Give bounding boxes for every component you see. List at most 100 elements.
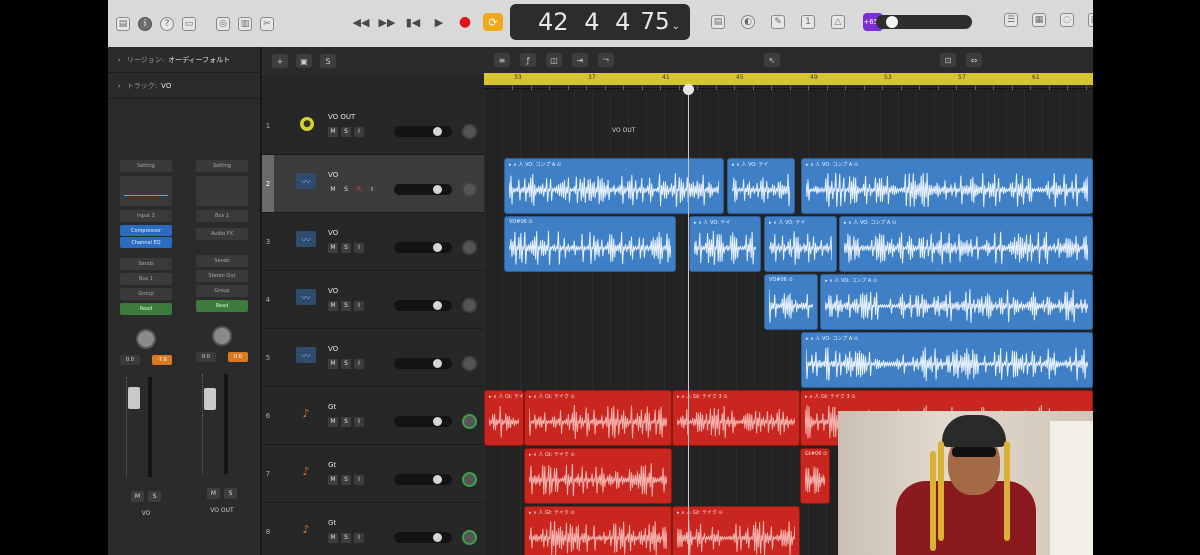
mute-button[interactable]: M <box>328 359 338 369</box>
playhead-handle[interactable] <box>683 84 694 95</box>
track-header[interactable]: 3 〰 VO M S I <box>262 213 484 271</box>
playhead[interactable] <box>688 85 689 555</box>
guitar-region[interactable]: Gt#06 ⊙ <box>800 448 830 504</box>
track-volume-slider[interactable] <box>394 358 452 369</box>
audio-region[interactable]: VO#06 ⊙ <box>504 216 676 272</box>
track-pan-knob[interactable] <box>462 298 477 313</box>
audio-region[interactable]: ▸ ∧ 人 VO: コンプ A ⊙ <box>504 158 724 214</box>
automation-read-button[interactable]: Read <box>120 303 172 315</box>
mute-button[interactable]: M <box>328 185 338 195</box>
inspector-icon[interactable]: i <box>138 16 152 31</box>
track-pan-knob[interactable] <box>462 356 477 371</box>
pan-knob[interactable] <box>212 326 232 346</box>
audio-region[interactable]: ▸ ∧ 人 VO: コンプ A ⊙ <box>820 274 1093 330</box>
track-pan-knob[interactable] <box>462 182 477 197</box>
mute-button[interactable]: M <box>328 127 338 137</box>
audio-region[interactable]: ▸ ∧ 人 VO: コンプ A ⊙ <box>801 158 1093 214</box>
input-monitor-button[interactable]: I <box>354 417 364 427</box>
cycle-region[interactable] <box>484 73 1093 85</box>
track-name[interactable]: VO <box>328 171 338 179</box>
master-volume-slider[interactable] <box>876 15 972 29</box>
notes-icon[interactable]: ▦ <box>1032 13 1046 27</box>
snap-icon[interactable]: ⊡ <box>940 53 956 67</box>
mute-button[interactable]: M <box>328 301 338 311</box>
solo-button[interactable]: S <box>341 533 351 543</box>
track-volume-slider[interactable] <box>394 242 452 253</box>
track-header[interactable]: 7 ♪ Gt M S I <box>262 445 484 503</box>
mute-button[interactable]: M <box>328 533 338 543</box>
track-header[interactable]: 8 ♪ Gt M S I <box>262 503 484 555</box>
track-header[interactable]: 2 〰 VO M S R I <box>262 155 484 213</box>
track-pan-knob[interactable] <box>462 530 477 545</box>
track-inspector-row[interactable]: › トラック: VO <box>108 73 260 99</box>
library-icon[interactable]: ▤ <box>116 16 130 31</box>
track-pan-knob[interactable] <box>462 124 477 139</box>
fader-cap[interactable] <box>128 387 140 409</box>
guitar-region[interactable]: ▸ ∧ 人 Gt: テイク ⊙ <box>524 506 672 555</box>
track-volume-slider[interactable] <box>394 416 452 427</box>
output-slot[interactable]: Stereo Out <box>196 270 248 282</box>
smart-controls-icon[interactable]: ◎ <box>216 16 230 31</box>
catch-icon[interactable]: ⇥ <box>572 53 588 67</box>
eq-display[interactable] <box>196 176 248 206</box>
guitar-region[interactable]: ▸ ∧ 人 Gt: テイク ⊙ <box>524 390 672 446</box>
track-header[interactable]: 1 ● VO OUT M S I <box>262 97 484 155</box>
track-header[interactable]: 4 〰 VO M S I <box>262 271 484 329</box>
guitar-region[interactable]: ▸ ∧ 人 Gt: テイク ⊙ <box>672 506 800 555</box>
solo-button[interactable]: S <box>341 243 351 253</box>
plugin-slot[interactable]: Channel EQ <box>120 237 172 248</box>
volume-fader[interactable] <box>196 374 248 484</box>
record-button[interactable]: ● <box>457 14 473 30</box>
editors-icon[interactable]: ✂ <box>260 16 274 31</box>
disclosure-icon[interactable]: › <box>118 56 121 64</box>
toolbar-icon[interactable]: ▭ <box>182 16 196 31</box>
guitar-region[interactable]: ▸ ∧ 人 Gt: テイク 3 ⊙ <box>672 390 800 446</box>
solo-button[interactable]: S <box>341 475 351 485</box>
edit-menu[interactable]: ≡ <box>494 53 510 67</box>
solo-button[interactable]: S <box>341 185 351 195</box>
guitar-region[interactable]: ▸ ∧ 人 Gt: テイク ⊙ <box>524 448 672 504</box>
audio-region[interactable]: ▸ ∧ 人 VO: コンプ A ⊙ <box>839 216 1093 272</box>
disclosure-icon[interactable]: › <box>118 82 121 90</box>
track-header[interactable]: 5 〰 VO M S I <box>262 329 484 387</box>
track-name[interactable]: Gt <box>328 403 336 411</box>
rewind-button[interactable]: ◀◀ <box>353 14 370 30</box>
tuner-icon[interactable]: ◐ <box>741 15 755 29</box>
play-button[interactable]: ▶ <box>431 14 447 30</box>
volume-fader[interactable] <box>120 377 172 487</box>
audio-region[interactable]: VO#06 ⊙ <box>764 274 818 330</box>
track-volume-slider[interactable] <box>394 474 452 485</box>
track-name[interactable]: Gt <box>328 519 336 527</box>
plugin-slot[interactable]: Compressor <box>120 225 172 236</box>
plugin-slot[interactable]: Audio FX <box>196 228 248 240</box>
track-name[interactable]: VO <box>328 287 338 295</box>
view-menu[interactable]: ◫ <box>546 53 562 67</box>
solo-button[interactable]: S <box>341 301 351 311</box>
eq-display[interactable] <box>120 176 172 206</box>
input-monitor-button[interactable]: I <box>354 359 364 369</box>
track-volume-slider[interactable] <box>394 126 452 137</box>
track-pan-knob[interactable] <box>462 240 477 255</box>
input-monitor-button[interactable]: I <box>367 185 377 195</box>
track-volume-slider[interactable] <box>394 532 452 543</box>
quick-help-icon[interactable]: ? <box>160 16 174 31</box>
cycle-button[interactable]: ⟳ <box>483 13 503 31</box>
loops-icon[interactable]: ◌ <box>1060 13 1074 27</box>
input-slot[interactable]: Bus 1 <box>196 210 248 222</box>
track-pan-knob[interactable] <box>462 472 477 487</box>
track-name[interactable]: Gt <box>328 461 336 469</box>
solo-button[interactable]: S <box>341 417 351 427</box>
input-monitor-button[interactable]: I <box>354 475 364 485</box>
go-to-start-button[interactable]: ▮◀ <box>405 14 421 30</box>
duplicate-track-icon[interactable]: ▣ <box>296 54 312 68</box>
master-volume-knob[interactable] <box>886 16 898 28</box>
input-monitor-button[interactable]: I <box>354 533 364 543</box>
solo-button[interactable]: S <box>341 359 351 369</box>
lcd-display[interactable]: 42 4 4 75 ⌄ <box>510 4 690 40</box>
track-header[interactable]: 6 ♪ Gt M S I <box>262 387 484 445</box>
track-name[interactable]: VO <box>328 345 338 353</box>
count-in-icon[interactable]: 1 <box>801 15 815 29</box>
pointer-tool-icon[interactable]: ↖ <box>764 53 780 67</box>
track-volume-slider[interactable] <box>394 184 452 195</box>
list-editors-icon[interactable]: ▤ <box>711 15 725 29</box>
